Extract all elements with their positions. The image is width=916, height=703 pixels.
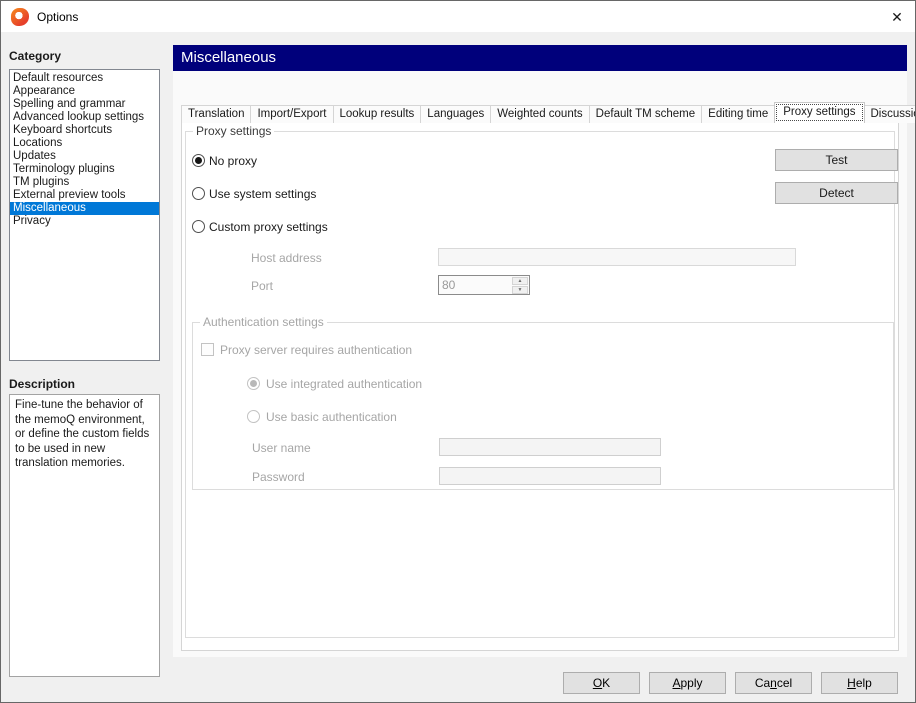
auth-use-integrated-authentication-radio	[247, 377, 260, 390]
tab-editing-time[interactable]: Editing time	[701, 105, 775, 123]
description-text: Fine-tune the behavior of the memoQ envi…	[9, 394, 160, 677]
memoq-logo-icon	[11, 8, 29, 26]
user-name-field	[439, 438, 661, 456]
test-button[interactable]: Test	[775, 149, 898, 171]
password-label: Password	[252, 470, 305, 484]
description-heading: Description	[9, 377, 75, 391]
tabstrip: TranslationImport/ExportLookup resultsLa…	[181, 102, 916, 123]
requires-auth-checkbox	[201, 343, 214, 356]
auth-group-legend: Authentication settings	[200, 315, 327, 329]
apply-button[interactable]: Apply	[649, 672, 726, 694]
no-proxy-radio[interactable]	[192, 154, 205, 167]
window-title: Options	[37, 10, 78, 24]
custom-proxy-settings-radio[interactable]	[192, 220, 205, 233]
use-system-settings-radio[interactable]	[192, 187, 205, 200]
requires-auth-label: Proxy server requires authentication	[220, 343, 412, 357]
auth-use-basic-authentication-label: Use basic authentication	[266, 410, 397, 424]
sidebar-item-miscellaneous[interactable]: Miscellaneous	[10, 202, 159, 215]
sidebar-item-default-resources[interactable]: Default resources	[10, 72, 159, 85]
category-listbox: Default resourcesAppearanceSpelling and …	[9, 69, 160, 361]
use-system-settings-label: Use system settings	[209, 187, 316, 201]
sidebar-item-locations[interactable]: Locations	[10, 137, 159, 150]
main-panel: Miscellaneous TranslationImport/ExportLo…	[173, 45, 907, 657]
sidebar-item-tm-plugins[interactable]: TM plugins	[10, 176, 159, 189]
port-value: 80	[442, 278, 455, 292]
tab-discussions[interactable]: Discussions	[864, 105, 916, 123]
host-address-field	[438, 248, 796, 266]
no-proxy-label: No proxy	[209, 154, 257, 168]
spin-down-icon: ▼	[512, 286, 528, 294]
tab-weighted-counts[interactable]: Weighted counts	[490, 105, 589, 123]
sidebar-item-privacy[interactable]: Privacy	[10, 215, 159, 228]
user-name-label: User name	[252, 441, 311, 455]
tab-default-tm-scheme[interactable]: Default TM scheme	[589, 105, 703, 123]
sidebar-item-external-preview-tools[interactable]: External preview tools	[10, 189, 159, 202]
sidebar-item-appearance[interactable]: Appearance	[10, 85, 159, 98]
sidebar-item-terminology-plugins[interactable]: Terminology plugins	[10, 163, 159, 176]
sidebar-item-updates[interactable]: Updates	[10, 150, 159, 163]
tab-lookup-results[interactable]: Lookup results	[333, 105, 422, 123]
password-field	[439, 467, 661, 485]
proxy-group-legend: Proxy settings	[193, 124, 274, 138]
authentication-settings-group: Authentication settings Proxy server req…	[192, 322, 894, 490]
spin-up-icon: ▲	[512, 277, 528, 285]
options-dialog: Options ✕ Category Default resourcesAppe…	[0, 0, 916, 703]
sidebar-item-keyboard-shortcuts[interactable]: Keyboard shortcuts	[10, 124, 159, 137]
proxy-settings-group: Proxy settings Test Detect Host address …	[185, 131, 895, 638]
port-label: Port	[251, 279, 273, 293]
port-spin-buttons: ▲ ▼	[512, 277, 528, 293]
titlebar: Options ✕	[1, 1, 915, 32]
proxy-settings-tab-page: Proxy settings Test Detect Host address …	[181, 122, 899, 651]
sidebar-item-advanced-lookup-settings[interactable]: Advanced lookup settings	[10, 111, 159, 124]
tab-import-export[interactable]: Import/Export	[250, 105, 333, 123]
auth-use-integrated-authentication-label: Use integrated authentication	[266, 377, 422, 391]
port-stepper: 80 ▲ ▼	[438, 275, 530, 295]
detect-button[interactable]: Detect	[775, 182, 898, 204]
host-address-label: Host address	[251, 251, 322, 265]
custom-proxy-settings-label: Custom proxy settings	[209, 220, 328, 234]
close-icon[interactable]: ✕	[887, 7, 907, 27]
category-heading: Category	[9, 49, 61, 63]
dialog-buttons: OK Apply Cancel Help	[563, 672, 898, 694]
tab-translation[interactable]: Translation	[181, 105, 251, 123]
cancel-button[interactable]: Cancel	[735, 672, 812, 694]
auth-use-basic-authentication-radio	[247, 410, 260, 423]
sidebar-item-spelling-and-grammar[interactable]: Spelling and grammar	[10, 98, 159, 111]
page-title: Miscellaneous	[173, 45, 907, 71]
help-button[interactable]: Help	[821, 672, 898, 694]
ok-button[interactable]: OK	[563, 672, 640, 694]
tab-proxy-settings[interactable]: Proxy settings	[774, 102, 864, 123]
tab-languages[interactable]: Languages	[420, 105, 491, 123]
